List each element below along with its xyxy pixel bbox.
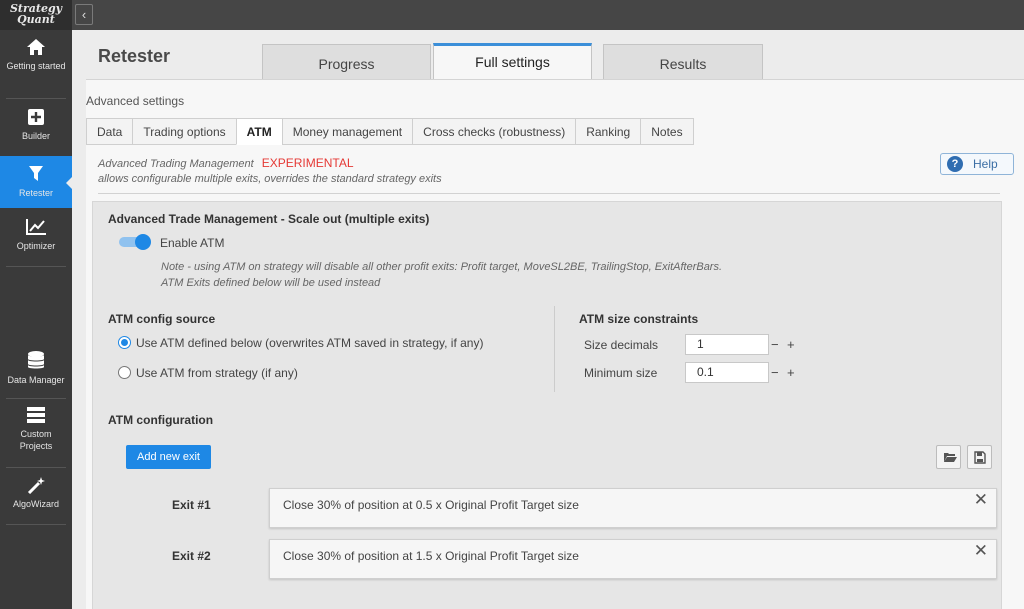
chart-line-icon xyxy=(26,219,46,235)
toggle-knob xyxy=(135,234,151,250)
minimum-size-input[interactable]: 0.1 xyxy=(685,362,769,383)
add-new-exit-button[interactable]: Add new exit xyxy=(126,445,211,469)
enable-atm-toggle[interactable] xyxy=(119,234,151,250)
settings-tabs: Data Trading options ATM Money managemen… xyxy=(86,118,694,145)
chevron-left-icon: ‹ xyxy=(81,7,87,22)
enable-atm-label: Enable ATM xyxy=(160,236,225,250)
radio-label: Use ATM defined below (overwrites ATM sa… xyxy=(136,336,484,350)
sidebar-item-builder[interactable]: Builder xyxy=(0,108,72,154)
sidebar-item-retester[interactable]: Retester xyxy=(0,156,73,208)
app-logo[interactable]: Strategy Quant xyxy=(0,0,72,30)
atm-info-title: Advanced Trading Management xyxy=(98,158,254,170)
section-label: Advanced settings xyxy=(86,94,185,108)
sidebar-item-label: Builder xyxy=(21,131,50,141)
exit-description: Close 30% of position at 1.5 x Original … xyxy=(283,549,579,563)
size-decimals-decrement-button[interactable]: − xyxy=(771,334,779,355)
page-title: Retester xyxy=(98,46,171,66)
save-config-button[interactable] xyxy=(967,445,992,469)
size-decimals-input[interactable]: 1 xyxy=(685,334,769,355)
exit-label: Exit #2 xyxy=(172,549,211,563)
home-icon xyxy=(27,39,45,55)
radio-label: Use ATM from strategy (if any) xyxy=(136,366,298,380)
tab-full-settings[interactable]: Full settings xyxy=(433,43,592,79)
atm-info-desc: allows configurable multiple exits, over… xyxy=(98,173,442,185)
minimum-size-increment-button[interactable]: + xyxy=(787,362,795,383)
sidebar-item-data-manager[interactable]: Data Manager xyxy=(0,350,72,394)
projects-icon xyxy=(27,407,45,423)
save-icon xyxy=(974,451,986,464)
divider xyxy=(6,467,66,468)
top-bar: ‹ xyxy=(72,0,1024,30)
sidebar-item-label: Getting started xyxy=(6,61,66,71)
subtab-notes[interactable]: Notes xyxy=(640,118,694,145)
sidebar-item-label: Custom Projects xyxy=(19,429,53,451)
atm-note-line2: ATM Exits defined below will be used ins… xyxy=(161,277,381,289)
open-config-button[interactable] xyxy=(936,445,961,469)
radio-selected-icon xyxy=(118,336,131,350)
atm-configuration-title: ATM configuration xyxy=(108,413,214,427)
folder-open-icon xyxy=(944,453,957,462)
atm-note-line1: Note - using ATM on strategy will disabl… xyxy=(161,261,723,273)
exit-label: Exit #1 xyxy=(172,498,211,512)
exit-card[interactable]: Close 30% of position at 1.5 x Original … xyxy=(269,539,997,579)
experimental-badge: EXPERIMENTAL xyxy=(261,156,354,170)
config-source-title: ATM config source xyxy=(108,312,216,326)
database-icon xyxy=(28,351,44,369)
help-button[interactable]: ? Help xyxy=(940,153,1014,175)
tab-progress[interactable]: Progress xyxy=(262,44,431,79)
divider xyxy=(6,98,66,99)
subtab-ranking[interactable]: Ranking xyxy=(575,118,641,145)
plus-box-icon xyxy=(28,109,44,125)
main-panel: Retester Progress Full settings Results … xyxy=(72,30,1024,609)
logo-line2: Quant xyxy=(17,13,55,26)
atm-panel: Advanced Trade Management - Scale out (m… xyxy=(92,201,1002,609)
exit-card[interactable]: Close 30% of position at 0.5 x Original … xyxy=(269,488,997,528)
collapse-sidebar-button[interactable]: ‹ xyxy=(75,4,93,25)
sidebar-item-label: AlgoWizard xyxy=(12,499,59,509)
exit-description: Close 30% of position at 0.5 x Original … xyxy=(283,498,579,512)
filter-icon xyxy=(29,166,43,181)
subtab-atm[interactable]: ATM xyxy=(235,118,282,145)
sidebar-item-algowizard[interactable]: AlgoWizard xyxy=(0,476,72,520)
tab-results[interactable]: Results xyxy=(603,44,763,79)
settings-content: Advanced settings Data Trading options A… xyxy=(86,79,1024,609)
subtab-trading-options[interactable]: Trading options xyxy=(132,118,236,145)
sidebar-item-label: Optimizer xyxy=(16,241,56,251)
size-decimals-increment-button[interactable]: + xyxy=(787,334,795,355)
divider xyxy=(6,266,66,267)
divider xyxy=(6,524,66,525)
divider xyxy=(6,398,66,399)
atm-info: Advanced Trading Management EXPERIMENTAL xyxy=(98,156,354,170)
divider xyxy=(98,193,1000,194)
subtab-cross-checks[interactable]: Cross checks (robustness) xyxy=(412,118,576,145)
sidebar-item-custom-projects[interactable]: Custom Projects xyxy=(0,406,72,462)
size-constraints-title: ATM size constraints xyxy=(579,312,699,326)
close-icon[interactable]: ✕ xyxy=(974,491,988,508)
help-icon: ? xyxy=(947,156,963,172)
radio-use-atm-from-strategy[interactable]: Use ATM from strategy (if any) xyxy=(118,366,298,380)
sidebar-item-label: Data Manager xyxy=(7,375,65,385)
subtab-data[interactable]: Data xyxy=(86,118,133,145)
sidebar-item-label: Retester xyxy=(18,188,53,198)
minimum-size-decrement-button[interactable]: − xyxy=(771,362,779,383)
sidebar: Strategy Quant Getting started Builder R… xyxy=(0,0,73,609)
atm-panel-title: Advanced Trade Management - Scale out (m… xyxy=(108,212,430,226)
sidebar-item-getting-started[interactable]: Getting started xyxy=(0,38,72,94)
magic-wand-icon xyxy=(27,477,45,494)
divider xyxy=(554,306,555,392)
subtab-money-management[interactable]: Money management xyxy=(281,118,413,145)
close-icon[interactable]: ✕ xyxy=(974,542,988,559)
size-decimals-label: Size decimals xyxy=(584,338,659,352)
minimum-size-label: Minimum size xyxy=(584,366,658,380)
radio-unselected-icon xyxy=(118,366,131,380)
sidebar-item-optimizer[interactable]: Optimizer xyxy=(0,218,72,266)
help-label: Help xyxy=(973,157,998,171)
radio-use-atm-defined[interactable]: Use ATM defined below (overwrites ATM sa… xyxy=(118,336,483,350)
